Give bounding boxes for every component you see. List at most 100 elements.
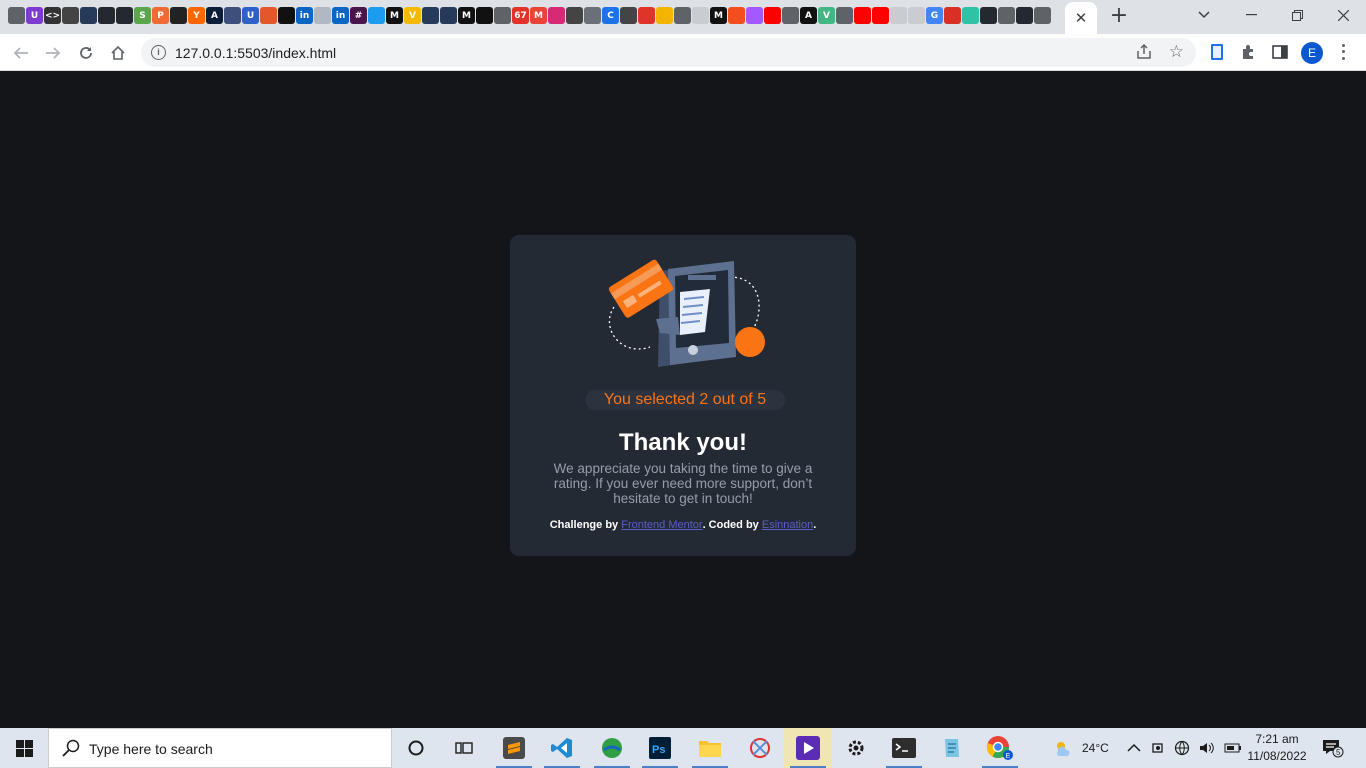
github-favicon[interactable] xyxy=(98,7,115,24)
frontend-mentor-link[interactable]: Frontend Mentor xyxy=(621,519,702,531)
active-tab[interactable]: ✕ xyxy=(1065,2,1097,34)
instagram-favicon[interactable] xyxy=(548,7,565,24)
grid-favicon[interactable] xyxy=(80,7,97,24)
y-favicon[interactable]: Y xyxy=(188,7,205,24)
tab-search-icon[interactable] xyxy=(1181,0,1227,30)
chrome-favicon-4[interactable] xyxy=(782,7,799,24)
gmail-favicon[interactable]: M xyxy=(530,7,547,24)
dash-favicon-2[interactable] xyxy=(890,7,907,24)
vscode-icon[interactable] xyxy=(538,728,586,768)
media-player-icon[interactable] xyxy=(784,728,832,768)
github-favicon-3[interactable] xyxy=(980,7,997,24)
window-favicon-2[interactable] xyxy=(620,7,637,24)
chrome-favicon-7[interactable] xyxy=(1034,7,1051,24)
task-view-icon[interactable] xyxy=(440,728,488,768)
dev-favicon[interactable] xyxy=(314,7,331,24)
chrome-favicon-3[interactable] xyxy=(674,7,691,24)
start-button[interactable] xyxy=(0,728,48,768)
dash-favicon[interactable] xyxy=(692,7,709,24)
share-icon[interactable] xyxy=(1136,43,1152,65)
extension-icon[interactable] xyxy=(1207,42,1227,62)
u-favicon-2[interactable]: U xyxy=(242,7,259,24)
photoshop-icon[interactable]: Ps xyxy=(636,728,684,768)
chevron-up-icon[interactable] xyxy=(1127,743,1141,753)
medium-favicon[interactable]: M xyxy=(386,7,403,24)
github-favicon-2[interactable] xyxy=(116,7,133,24)
terminal-favicon[interactable] xyxy=(170,7,187,24)
url-text[interactable]: 127.0.0.1:5503/index.html xyxy=(175,45,336,61)
clock[interactable]: 7:21 am 11/08/2022 xyxy=(1244,731,1310,765)
notepad-icon[interactable] xyxy=(928,728,976,768)
bookmark-star-icon[interactable]: ☆ xyxy=(1169,42,1184,62)
extensions-puzzle-icon[interactable] xyxy=(1238,42,1258,62)
figma-favicon-2[interactable] xyxy=(746,7,763,24)
side-panel-icon[interactable] xyxy=(1270,42,1290,62)
c-favicon[interactable]: C xyxy=(602,7,619,24)
close-window-icon[interactable] xyxy=(1320,0,1366,30)
pen-favicon[interactable] xyxy=(638,7,655,24)
volume-icon[interactable] xyxy=(1198,741,1216,755)
close-tab-icon[interactable]: ✕ xyxy=(1075,9,1088,27)
chrome-favicon-2[interactable] xyxy=(494,7,511,24)
bolt-favicon[interactable] xyxy=(476,7,493,24)
menu-icon[interactable] xyxy=(1338,42,1348,62)
weather-widget[interactable]: 24°C xyxy=(1052,728,1109,768)
google-favicon[interactable]: G xyxy=(926,7,943,24)
twitter-favicon[interactable] xyxy=(368,7,385,24)
back-icon[interactable] xyxy=(9,41,33,65)
sublime-text-icon[interactable] xyxy=(490,728,538,768)
cube-favicon[interactable] xyxy=(962,7,979,24)
dash-favicon-3[interactable] xyxy=(908,7,925,24)
swatch-favicon[interactable] xyxy=(656,7,673,24)
vue-favicon[interactable]: V xyxy=(818,7,835,24)
restore-icon[interactable] xyxy=(1274,0,1320,30)
snipping-tool-icon[interactable] xyxy=(736,728,784,768)
chrome-favicon[interactable] xyxy=(8,7,25,24)
window-favicon[interactable] xyxy=(62,7,79,24)
file-explorer-icon[interactable] xyxy=(686,728,734,768)
forward-icon[interactable] xyxy=(41,41,65,65)
doc-favicon[interactable] xyxy=(566,7,583,24)
author-link[interactable]: Esinnation xyxy=(762,519,813,531)
u-favicon[interactable]: U xyxy=(26,7,43,24)
medium-favicon-3[interactable]: M xyxy=(710,7,727,24)
code-favicon[interactable]: <> xyxy=(44,7,61,24)
discord-favicon[interactable] xyxy=(584,7,601,24)
a-favicon[interactable]: A xyxy=(206,7,223,24)
site-info-icon[interactable]: i xyxy=(151,45,166,60)
network-globe-icon[interactable] xyxy=(1174,740,1190,756)
minimize-icon[interactable] xyxy=(1228,0,1274,30)
v-favicon[interactable]: V xyxy=(404,7,421,24)
address-bar[interactable]: i 127.0.0.1:5503/index.html ☆ xyxy=(141,38,1196,67)
medium-favicon-2[interactable]: M xyxy=(458,7,475,24)
box-favicon[interactable] xyxy=(278,7,295,24)
chrome-favicon-5[interactable] xyxy=(836,7,853,24)
chrome-favicon-6[interactable] xyxy=(998,7,1015,24)
figma-favicon[interactable] xyxy=(728,7,745,24)
linkedin-favicon[interactable]: in xyxy=(296,7,313,24)
terminal-icon[interactable] xyxy=(880,728,928,768)
gem-favicon[interactable] xyxy=(260,7,277,24)
p-favicon[interactable]: P xyxy=(152,7,169,24)
network-app-icon[interactable] xyxy=(588,728,636,768)
reload-icon[interactable] xyxy=(74,41,98,65)
youtube-favicon[interactable] xyxy=(764,7,781,24)
profile-avatar[interactable]: E xyxy=(1301,42,1323,64)
new-tab-button[interactable]: + xyxy=(1108,5,1130,27)
s-favicon[interactable]: S xyxy=(134,7,151,24)
notification-center-icon[interactable]: 5 xyxy=(1322,738,1344,763)
settings-gear-icon[interactable] xyxy=(832,728,880,768)
meet-now-icon[interactable] xyxy=(1151,741,1165,755)
taskbar-search[interactable]: Type here to search xyxy=(48,728,392,768)
linkedin-favicon-2[interactable]: in xyxy=(332,7,349,24)
bookmark-favicon[interactable] xyxy=(944,7,961,24)
home-icon[interactable] xyxy=(106,41,130,65)
react-favicon-2[interactable] xyxy=(440,7,457,24)
youtube-favicon-2[interactable] xyxy=(854,7,871,24)
chrome-icon[interactable]: E xyxy=(976,728,1024,768)
youtube-favicon-3[interactable] xyxy=(872,7,889,24)
book-favicon[interactable] xyxy=(224,7,241,24)
a-favicon-2[interactable]: A xyxy=(800,7,817,24)
battery-icon[interactable] xyxy=(1224,743,1242,753)
cortana-icon[interactable] xyxy=(392,728,440,768)
